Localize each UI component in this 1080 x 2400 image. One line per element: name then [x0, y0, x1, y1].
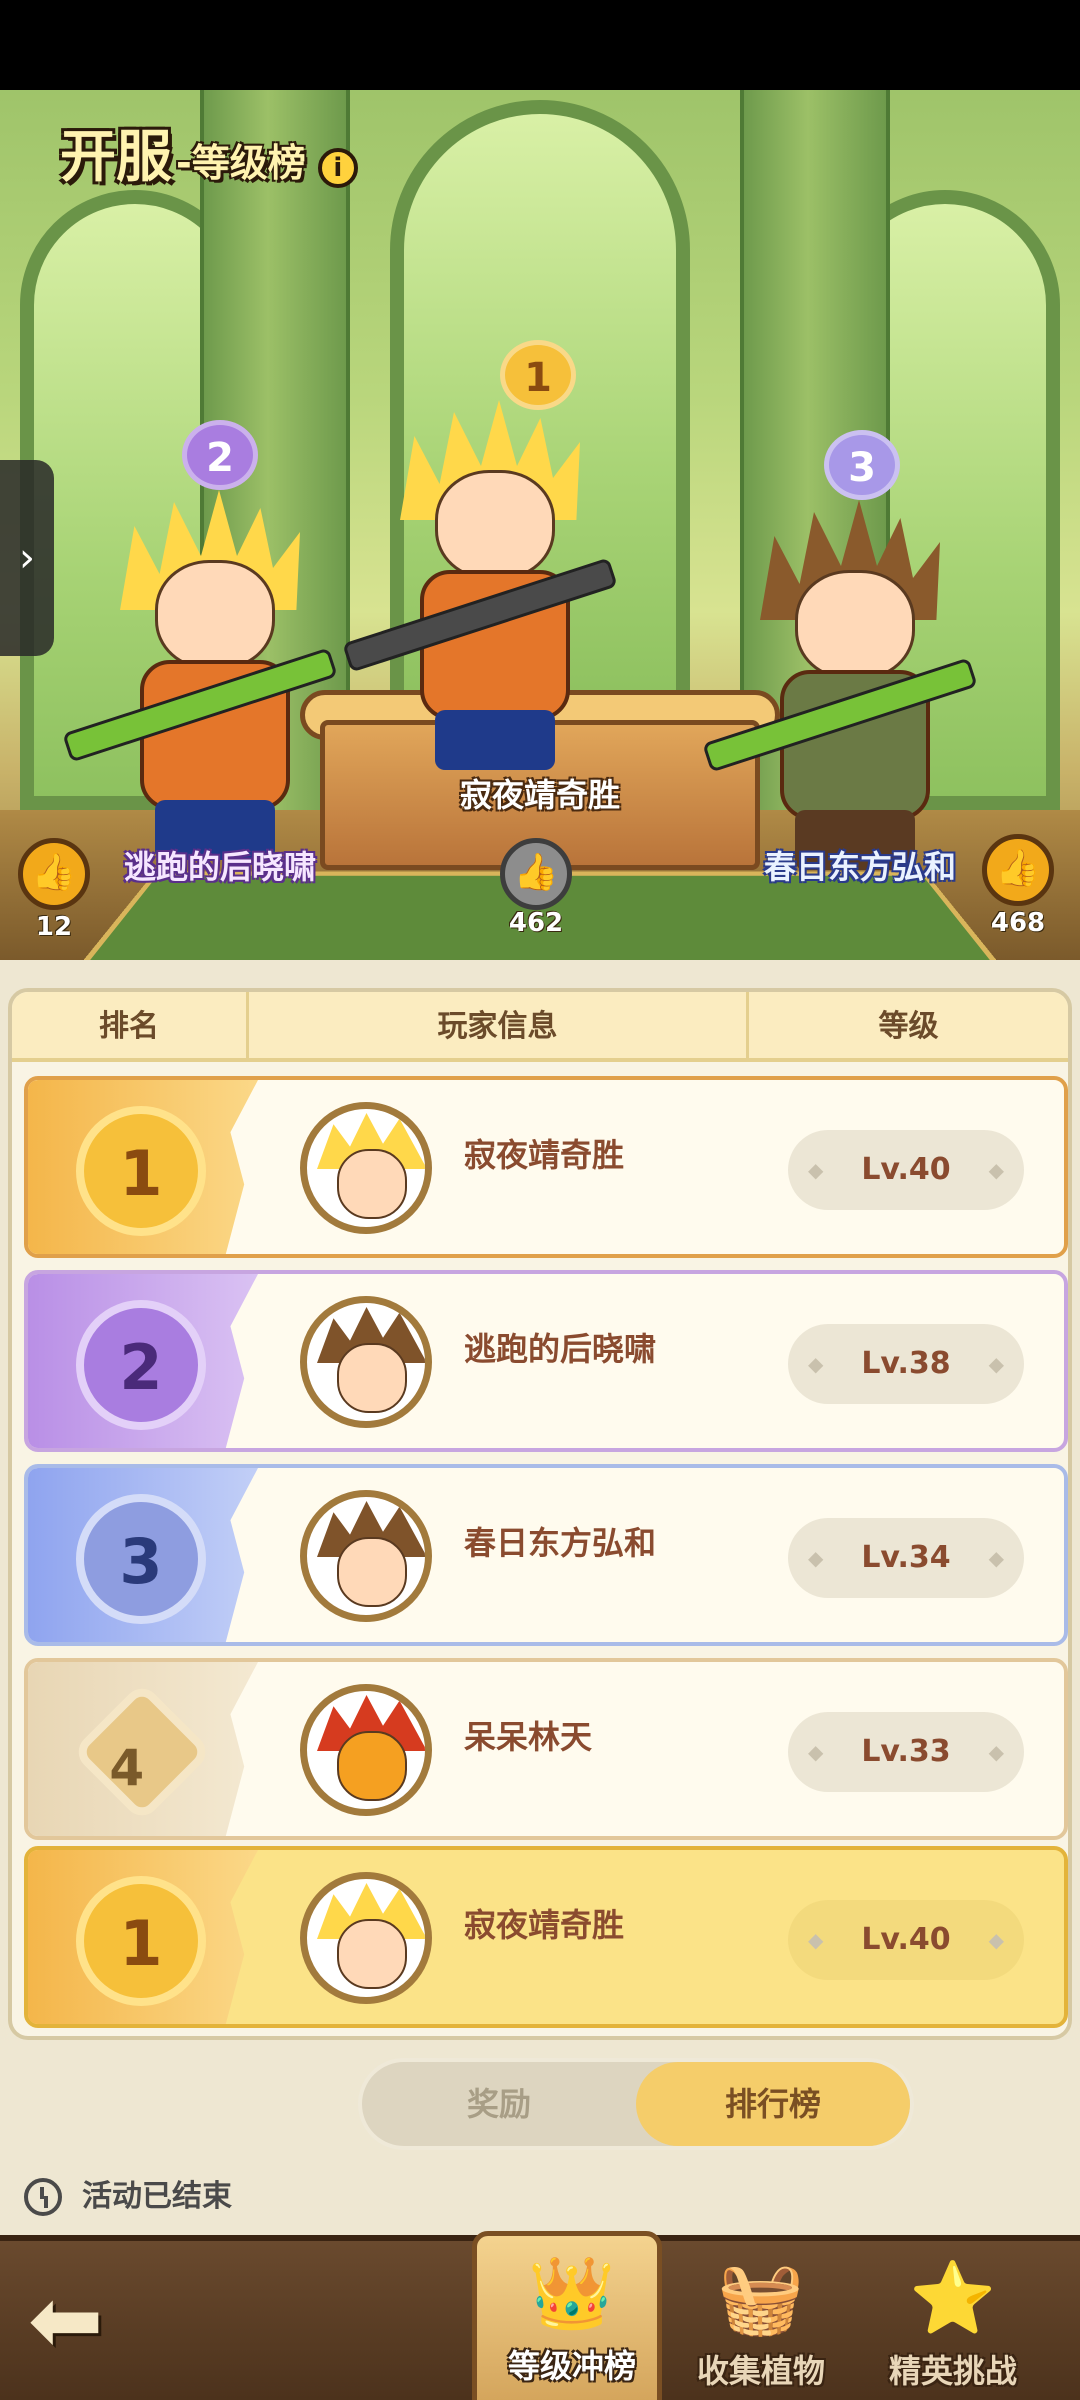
tab-rewards[interactable]: 奖励: [362, 2062, 636, 2146]
player-name: 寂夜靖奇胜: [464, 1906, 625, 1944]
rank-3-badge: 3: [824, 430, 900, 500]
back-button[interactable]: ⬅: [28, 2276, 148, 2371]
title-sub: -等级榜: [176, 141, 306, 185]
like-count-rank-2: 12: [35, 912, 73, 942]
podium-name-2: 逃跑的后晓啸: [123, 848, 316, 886]
like-button-rank-1[interactable]: 👍: [500, 838, 572, 910]
avatar: [300, 1296, 432, 1428]
crown-icon: 👑: [528, 2252, 616, 2334]
nav-tab-elite-challenge[interactable]: ⭐ 精英挑战: [858, 2241, 1048, 2400]
podium-scene: 开服 -等级榜 i › 1 寂夜靖奇胜 2 逃跑的后晓啸 3 春日东方弘和 👍 …: [0, 90, 1080, 960]
table-row[interactable]: 3 春日东方弘和 Lv.34: [24, 1464, 1068, 1646]
nav-tab-collect-plants[interactable]: 🧺 收集植物: [666, 2241, 856, 2400]
like-count-rank-3: 468: [990, 908, 1046, 938]
thumbs-up-icon: 👍: [513, 852, 559, 893]
star-badge-icon: ⭐: [909, 2257, 997, 2339]
header-rank: 排名: [99, 1009, 159, 1044]
event-title: 开服 -等级榜 i: [60, 112, 358, 193]
rank-medal-1: 1: [76, 1106, 206, 1236]
rank-medal-3: 3: [76, 1494, 206, 1624]
avatar: [300, 1102, 432, 1234]
arrow-left-icon: ⬅: [28, 2268, 104, 2373]
ranking-panel-wrap: 排名 玩家信息 等级 1 寂夜靖奇胜 Lv.40 2 逃跑的后晓啸 Lv.38 …: [0, 960, 1080, 2235]
event-status: 活动已结束: [24, 2172, 232, 2222]
thumbs-up-icon: 👍: [995, 848, 1041, 889]
info-icon[interactable]: i: [317, 148, 358, 188]
character-rank-3: [702, 500, 980, 880]
character-rank-2: [62, 490, 340, 870]
table-row[interactable]: 1 寂夜靖奇胜 Lv.40: [24, 1076, 1068, 1258]
player-level: Lv.40: [788, 1130, 1024, 1210]
header-player-info: 玩家信息: [246, 992, 746, 1062]
avatar: [300, 1872, 432, 2004]
like-button-rank-3[interactable]: 👍: [982, 834, 1054, 906]
status-bar: [0, 0, 1080, 90]
nav-tab-level-rush[interactable]: 👑 等级冲榜: [472, 2231, 662, 2400]
my-rank-row[interactable]: 1 寂夜靖奇胜 Lv.40: [24, 1846, 1068, 2028]
avatar: [300, 1490, 432, 1622]
plant-basket-icon: 🧺: [717, 2257, 805, 2339]
player-name: 寂夜靖奇胜: [464, 1136, 625, 1174]
player-level: Lv.33: [788, 1712, 1024, 1792]
tab-ranking[interactable]: 排行榜: [636, 2062, 910, 2146]
title-main: 开服: [60, 125, 172, 190]
rank-2-badge: 2: [182, 420, 258, 490]
player-name: 呆呆林天: [464, 1718, 593, 1756]
player-name: 春日东方弘和: [464, 1524, 657, 1562]
clock-icon: [24, 2178, 62, 2216]
side-expand-tab[interactable]: ›: [0, 460, 54, 656]
event-status-text: 活动已结束: [82, 2179, 232, 2214]
header-level: 等级: [746, 992, 1068, 1062]
player-level: Lv.34: [788, 1518, 1024, 1598]
ranking-table: 排名 玩家信息 等级 1 寂夜靖奇胜 Lv.40 2 逃跑的后晓啸 Lv.38 …: [8, 988, 1072, 2040]
rank-medal-2: 2: [76, 1300, 206, 1430]
rewards-ranking-toggle: 奖励 排行榜: [358, 2058, 914, 2150]
podium-name-3: 春日东方弘和: [763, 848, 956, 886]
table-row[interactable]: 2 逃跑的后晓啸 Lv.38: [24, 1270, 1068, 1452]
player-level: Lv.38: [788, 1324, 1024, 1404]
table-row[interactable]: 4 呆呆林天 Lv.33: [24, 1658, 1068, 1840]
like-button-rank-2[interactable]: 👍: [18, 838, 90, 910]
player-name: 逃跑的后晓啸: [464, 1330, 657, 1368]
character-rank-1: [342, 400, 620, 780]
rank-medal-mine: 1: [76, 1876, 206, 2006]
table-header: 排名 玩家信息 等级: [12, 992, 1068, 1062]
thumbs-up-icon: 👍: [31, 852, 77, 893]
podium-name-1: 寂夜靖奇胜: [459, 776, 620, 814]
bottom-nav: ⬅ 👑 等级冲榜 🧺 收集植物 ⭐ 精英挑战: [0, 2231, 1080, 2400]
chevron-right-icon: ›: [19, 535, 35, 581]
like-count-rank-1: 462: [508, 908, 564, 938]
player-level: Lv.40: [788, 1900, 1024, 1980]
avatar: [300, 1684, 432, 1816]
